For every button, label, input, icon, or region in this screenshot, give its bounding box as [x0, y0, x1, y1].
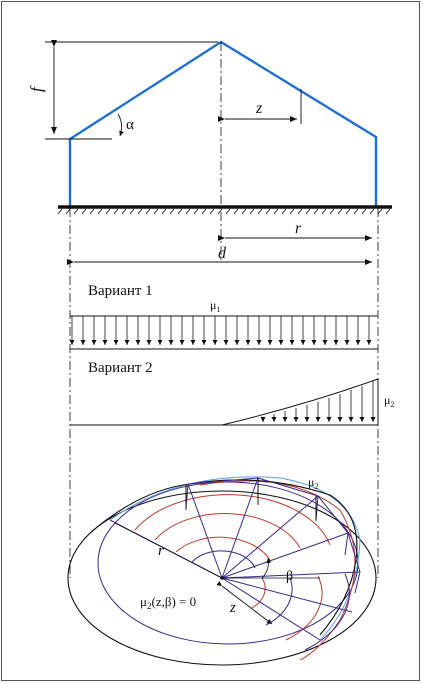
mu2-plan-symbol: μ2 [308, 475, 318, 491]
variant-1-title: Вариант 1 [88, 283, 153, 299]
zero-load-formula: μ2(z,β) = 0 [140, 594, 196, 611]
projection-lines [69, 208, 379, 578]
varying-load-arrows [260, 381, 376, 422]
mu2-right-symbol: μ2 [384, 393, 394, 409]
variant-2-load: Вариант 2 μ2 [70, 360, 394, 426]
beta-arc [261, 557, 272, 579]
building-elevation: f α z r d [27, 40, 392, 265]
quarter-rings [134, 494, 350, 651]
label-z-plan: z [229, 600, 236, 616]
radius-r-line [114, 522, 223, 579]
diagram-canvas: f α z r d Вариант 1 μ1 Вариант 2 μ2 r β … [27, 40, 394, 666]
z-dimension [218, 89, 302, 124]
label-z: z [255, 100, 263, 117]
label-r-plan: r [158, 543, 164, 559]
angle-arc [117, 113, 124, 137]
label-alpha: α [126, 117, 134, 133]
ground-hatching [57, 208, 391, 215]
plan-view: r β z μ2 μ2(z,β) = 0 [67, 475, 377, 666]
outer-rim-purple [97, 481, 359, 645]
load2-curve [221, 378, 379, 426]
roof-outline [68, 40, 378, 206]
outer-rim-red [199, 480, 356, 661]
uniform-load-arrows [69, 316, 372, 345]
label-r: r [295, 220, 302, 237]
label-f: f [27, 85, 46, 92]
variant-1-load: Вариант 1 μ1 [69, 283, 378, 350]
label-d: d [218, 245, 227, 262]
label-beta: β [286, 569, 293, 584]
origin-point [220, 576, 224, 580]
mu1-symbol: μ1 [210, 298, 220, 314]
variant-2-title: Вариант 2 [88, 360, 153, 376]
